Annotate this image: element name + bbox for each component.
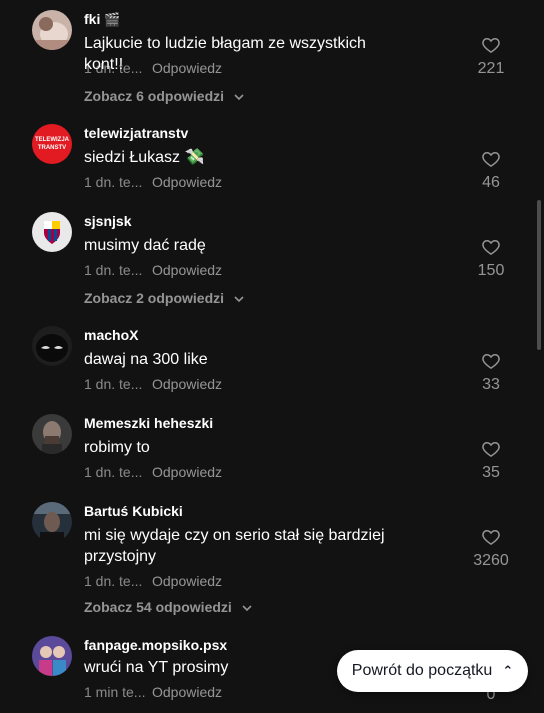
view-replies-button[interactable]: Zobacz 54 odpowiedzi (84, 599, 252, 615)
chevron-down-icon (234, 94, 244, 101)
back-to-top-label: Powrót do początku (351, 662, 493, 679)
masked-face-icon[interactable] (32, 326, 72, 366)
comment-username[interactable]: Memeszki heheszki (84, 415, 213, 431)
comment-time: 1 dn. te... (84, 60, 143, 76)
comment-time: 1 min te... (84, 684, 146, 700)
heart-icon (482, 529, 500, 545)
comment-time: 1 dn. te... (84, 174, 143, 190)
comment-username[interactable]: sjsnjsk (84, 213, 131, 229)
view-replies-button[interactable]: Zobacz 2 odpowiedzi (84, 290, 244, 306)
reply-button[interactable]: Odpowiedz (152, 464, 222, 480)
reply-button[interactable]: Odpowiedz (152, 376, 222, 392)
comment-meta: 1 dn. te... Odpowiedz (84, 174, 222, 190)
like-count: 33 (482, 376, 500, 393)
comment-text: siedzi Łukasz 💸 (84, 149, 205, 166)
svg-text:TELEWIZJA: TELEWIZJA (35, 137, 70, 143)
comment-meta: 1 dn. te... Odpowiedz (84, 464, 222, 480)
comment-username[interactable]: machoX (84, 327, 138, 343)
heart-icon (482, 239, 500, 255)
like-button[interactable]: 46 (470, 149, 512, 192)
comment-text: mi się wydaje czy on serio stał się bard… (84, 527, 385, 565)
badge-icon: 🎬 (104, 12, 121, 27)
heart-icon (482, 37, 500, 53)
like-button[interactable]: 150 (470, 237, 512, 280)
comment-meta: 1 dn. te... Odpowiedz (84, 60, 222, 76)
like-button[interactable]: 3260 (470, 527, 512, 570)
comment-meta: 1 dn. te... Odpowiedz (84, 573, 222, 589)
chevron-down-icon (242, 605, 252, 612)
comment-text: robimy to (84, 439, 150, 456)
reply-button[interactable]: Odpowiedz (152, 573, 222, 589)
back-to-top-button[interactable]: Powrót do początku ⌃ (337, 650, 528, 692)
chevron-down-icon (234, 296, 244, 303)
like-count: 3260 (473, 552, 509, 569)
comment-meta: 1 dn. te... Odpowiedz (84, 262, 222, 278)
double-chevron-up-icon: ⌃ (502, 663, 514, 678)
reply-button[interactable]: Odpowiedz (152, 174, 222, 190)
telewizja-logo-icon[interactable]: TELEWIZJA TRANSTV (32, 124, 72, 164)
dark-portrait-icon[interactable] (32, 502, 72, 542)
comment-time: 1 dn. te... (84, 573, 143, 589)
comment-username[interactable]: fki 🎬 (84, 11, 121, 28)
scrollbar-thumb[interactable] (537, 200, 541, 350)
comment-username[interactable]: Bartuś Kubicki (84, 503, 183, 519)
comment-text: musimy dać radę (84, 237, 206, 254)
comment-time: 1 dn. te... (84, 464, 143, 480)
comment-username[interactable]: telewizjatranstv (84, 125, 188, 141)
reply-button[interactable]: Odpowiedz (152, 262, 222, 278)
like-count: 221 (477, 60, 505, 77)
heart-icon (482, 441, 500, 457)
svg-text:TRANSTV: TRANSTV (38, 145, 66, 151)
like-button[interactable]: 221 (470, 35, 512, 78)
view-replies-button[interactable]: Zobacz 6 odpowiedzi (84, 88, 244, 104)
like-button[interactable]: 35 (470, 439, 512, 482)
heart-icon (482, 151, 500, 167)
comment-username[interactable]: fanpage.mopsiko.psx (84, 637, 227, 653)
comment-meta: 1 dn. te... Odpowiedz (84, 376, 222, 392)
reply-button[interactable]: Odpowiedz (152, 684, 222, 700)
heart-icon (482, 353, 500, 369)
like-button[interactable]: 33 (470, 351, 512, 394)
comment-meta: 1 min te... Odpowiedz (84, 684, 222, 700)
like-count: 35 (482, 464, 500, 481)
club-crest-icon[interactable] (32, 212, 72, 252)
like-count: 150 (477, 262, 505, 279)
avatar-photo-icon[interactable] (32, 10, 72, 50)
comment-time: 1 dn. te... (84, 262, 143, 278)
man-portrait-icon[interactable] (32, 414, 72, 454)
two-people-icon[interactable] (32, 636, 72, 676)
like-count: 46 (482, 174, 500, 191)
comment-text: dawaj na 300 like (84, 351, 208, 368)
comment-time: 1 dn. te... (84, 376, 143, 392)
reply-button[interactable]: Odpowiedz (152, 60, 222, 76)
